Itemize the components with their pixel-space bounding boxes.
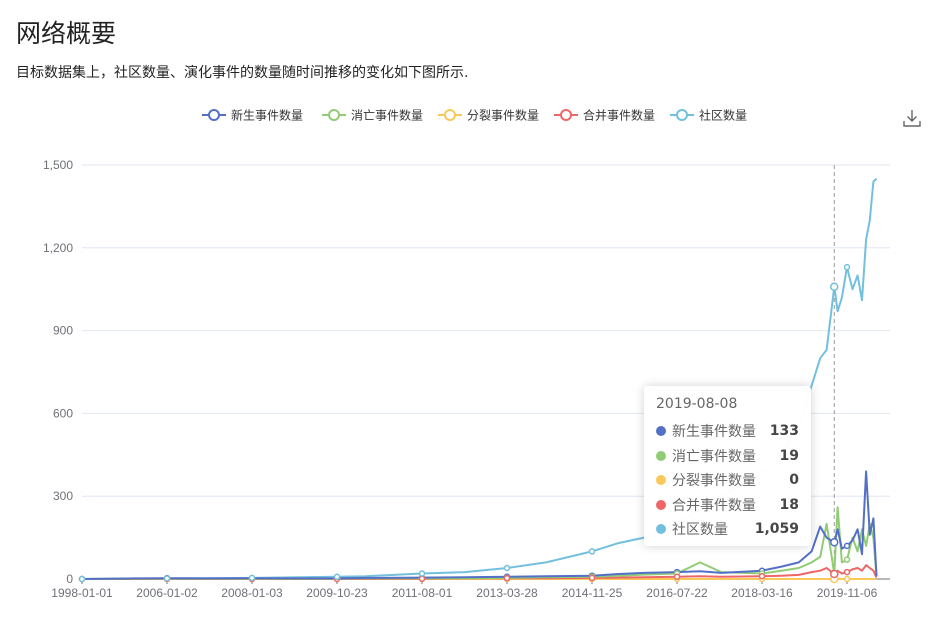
legend-marker-icon <box>560 109 572 121</box>
legend-label: 分裂事件数量 <box>467 108 539 123</box>
data-point <box>843 263 851 271</box>
data-point <box>588 548 596 555</box>
data-point <box>503 564 511 572</box>
tooltip-row: 新生事件数量 133 <box>656 419 799 444</box>
tooltip-series-value: 133 <box>769 423 799 440</box>
data-point <box>830 282 839 291</box>
y-tick-label: 600 <box>53 406 73 420</box>
tooltip-series-name: 社区数量 <box>672 522 728 539</box>
x-tick-label: 2018-03-16 <box>731 586 793 600</box>
data-point <box>673 573 681 581</box>
data-point <box>758 572 766 580</box>
x-tick-label: 2016-07-22 <box>646 586 708 600</box>
x-tick-label: 2008-01-03 <box>221 586 283 600</box>
legend-marker-icon <box>208 109 220 121</box>
data-point <box>503 574 511 582</box>
y-tick-label: 0 <box>66 572 73 586</box>
series-dot-icon <box>656 475 666 486</box>
tooltip-row: 社区数量 1,059 <box>656 517 799 542</box>
y-tick-label: 900 <box>53 324 73 338</box>
x-tick-label: 1998-01-01 <box>51 586 113 600</box>
x-tick-label: 2006-01-02 <box>136 586 198 600</box>
data-point <box>830 538 839 547</box>
data-point <box>418 570 426 577</box>
tooltip-row: 消亡事件数量 19 <box>656 444 799 469</box>
x-tick-label: 2013-03-28 <box>476 586 538 600</box>
tooltip-series-value: 1,059 <box>754 521 799 538</box>
data-point <box>588 574 596 582</box>
legend-marker-icon <box>676 109 688 121</box>
data-point <box>830 569 839 579</box>
series-dot-icon <box>656 524 666 535</box>
tooltip-date: 2019-08-08 <box>656 396 738 412</box>
chart-tooltip: 2019-08-08 新生事件数量 133 消亡事件数量 19 分裂事件数量 0… <box>644 386 811 546</box>
series-dot-icon <box>656 426 666 437</box>
tooltip-series-value: 0 <box>789 472 799 489</box>
data-point <box>248 574 256 582</box>
series-dot-icon <box>656 499 666 510</box>
x-tick-label: 2009-10-23 <box>306 586 368 600</box>
tooltip-row: 分裂事件数量 0 <box>656 468 799 493</box>
data-point <box>78 575 86 583</box>
tooltip-series-name: 消亡事件数量 <box>672 448 756 465</box>
y-tick-label: 1,500 <box>43 158 73 172</box>
x-tick-label: 2014-11-25 <box>562 586 623 600</box>
data-point <box>843 575 851 583</box>
data-point <box>163 575 171 582</box>
data-point <box>843 568 851 576</box>
tooltip-series-value: 19 <box>779 447 799 464</box>
data-point <box>418 575 426 582</box>
legend-marker-icon <box>328 109 340 121</box>
series-dot-icon <box>656 450 666 461</box>
legend-marker-icon <box>444 109 456 121</box>
x-tick-label: 2011-08-01 <box>392 586 453 600</box>
tooltip-series-name: 合并事件数量 <box>672 497 756 514</box>
tooltip-series-name: 新生事件数量 <box>672 424 756 441</box>
x-tick-label: 2019-11-06 <box>817 586 878 600</box>
data-point <box>333 573 341 581</box>
tooltip-series-value: 18 <box>779 496 799 513</box>
tooltip-row: 合并事件数量 18 <box>656 493 799 518</box>
data-point <box>843 556 851 563</box>
y-tick-label: 1,200 <box>43 241 73 255</box>
tooltip-series-name: 分裂事件数量 <box>672 473 756 490</box>
legend-label: 消亡事件数量 <box>351 108 423 123</box>
legend-label: 新生事件数量 <box>231 108 303 123</box>
legend-label: 合并事件数量 <box>583 108 655 123</box>
data-point <box>843 542 851 550</box>
y-tick-label: 300 <box>53 489 73 503</box>
legend-label: 社区数量 <box>699 108 747 123</box>
